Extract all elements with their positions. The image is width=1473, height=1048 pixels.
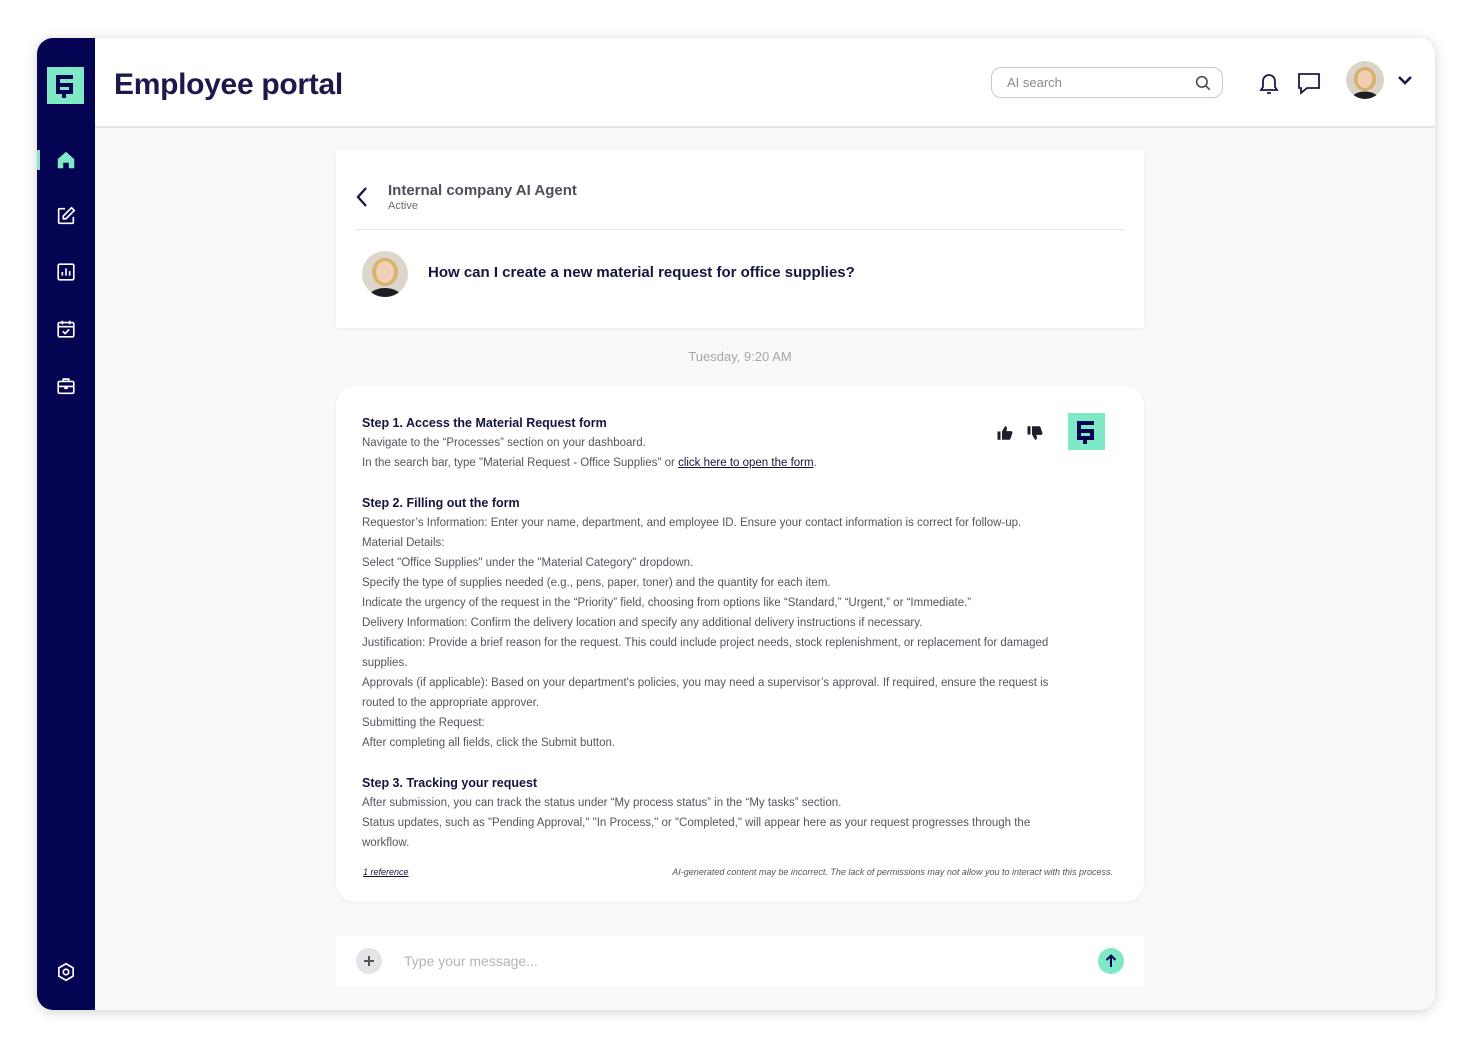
answer-line: Requestor’s Information: Enter your name… — [362, 517, 1022, 529]
message-composer — [336, 936, 1144, 986]
ai-agent-logo — [1068, 413, 1105, 450]
sidebar-item-edit[interactable] — [37, 199, 95, 233]
logo-icon — [55, 74, 73, 98]
back-button[interactable] — [354, 185, 370, 209]
answer-line: Select "Office Supplies" under the "Mate… — [362, 557, 694, 569]
sidebar-item-home[interactable] — [37, 143, 95, 177]
agent-name: Internal company AI Agent — [388, 182, 577, 199]
chevron-down-icon — [1398, 76, 1412, 85]
briefcase-icon — [57, 378, 75, 395]
avatar-image — [362, 251, 408, 297]
answer-line: Material Details: — [362, 537, 445, 549]
top-header: Employee portal — [95, 38, 1435, 128]
ai-disclaimer: AI-generated content may be incorrect. T… — [672, 867, 1113, 877]
account-menu-toggle[interactable] — [1395, 70, 1415, 90]
thumbs-up-button[interactable] — [995, 423, 1015, 443]
ai-answer-card: Step 1. Access the Material Request form… — [336, 386, 1144, 902]
step-title: Step 3. Tracking your request — [362, 776, 538, 790]
user-question: How can I create a new material request … — [428, 264, 855, 281]
page-title: Employee portal — [114, 68, 343, 101]
thumbs-up-icon — [997, 426, 1013, 440]
search-icon[interactable] — [1194, 74, 1212, 92]
send-button[interactable] — [1098, 948, 1124, 974]
answer-body: Step 1. Access the Material Request form… — [362, 413, 1062, 853]
answer-line: After submission, you can track the stat… — [362, 797, 842, 809]
answer-line: Indicate the urgency of the request in t… — [362, 597, 972, 609]
thumbs-down-button[interactable] — [1025, 423, 1045, 443]
sidebar — [37, 38, 95, 1010]
user-avatar[interactable] — [1346, 61, 1384, 99]
reference-link[interactable]: 1 reference — [363, 867, 409, 877]
divider — [356, 229, 1124, 230]
arrow-up-icon — [1105, 954, 1117, 967]
answer-line: Delivery Information: Confirm the delive… — [362, 617, 923, 629]
chevron-left-icon — [356, 187, 367, 207]
sidebar-item-calendar[interactable] — [37, 312, 95, 346]
sidebar-item-work[interactable] — [37, 369, 95, 403]
answer-line: Justification: Provide a brief reason fo… — [362, 637, 1049, 669]
conversation-header-card: Internal company AI Agent Active How can… — [336, 150, 1144, 328]
calendar-icon — [57, 320, 75, 338]
chat-bubble-icon — [1298, 73, 1320, 95]
home-icon — [57, 151, 75, 169]
app-window: Employee portal AI search Internal compa… — [37, 38, 1435, 1010]
thumbs-down-icon — [1027, 426, 1043, 440]
ai-search-input[interactable] — [1007, 75, 1194, 90]
message-input[interactable] — [404, 949, 1084, 973]
agent-status: Active — [388, 200, 418, 212]
ai-search-box[interactable] — [991, 67, 1223, 98]
avatar-image — [1346, 61, 1384, 99]
answer-line: Status updates, such as "Pending Approva… — [362, 817, 1031, 849]
bell-icon — [1259, 74, 1279, 94]
sidebar-item-settings[interactable] — [37, 955, 95, 989]
answer-line: After completing all fields, click the S… — [362, 737, 616, 749]
chart-icon — [57, 263, 75, 281]
answer-text: In the search bar, type "Material Reques… — [362, 457, 679, 469]
attach-button[interactable] — [356, 948, 382, 974]
settings-icon — [58, 962, 74, 982]
open-form-link[interactable]: click here to open the form — [678, 457, 814, 469]
question-avatar — [362, 251, 408, 297]
messages-button[interactable] — [1296, 70, 1322, 96]
answer-line: Submitting the Request: — [362, 717, 485, 729]
step-title: Step 2. Filling out the form — [362, 496, 520, 510]
logo-icon — [1076, 420, 1094, 444]
app-logo[interactable] — [47, 67, 84, 104]
step-title: Step 1. Access the Material Request form — [362, 416, 607, 430]
edit-icon — [57, 206, 76, 225]
answer-line: Approvals (if applicable): Based on your… — [362, 677, 1049, 709]
plus-icon — [364, 956, 374, 966]
notifications-button[interactable] — [1256, 70, 1282, 96]
sidebar-item-reports[interactable] — [37, 255, 95, 289]
answer-line: Specify the type of supplies needed (e.g… — [362, 577, 831, 589]
answer-line: Navigate to the “Processes” section on y… — [362, 437, 646, 449]
answer-text: . — [813, 457, 817, 469]
message-timestamp: Tuesday, 9:20 AM — [688, 349, 792, 364]
answer-line: In the search bar, type "Material Reques… — [362, 453, 1062, 473]
